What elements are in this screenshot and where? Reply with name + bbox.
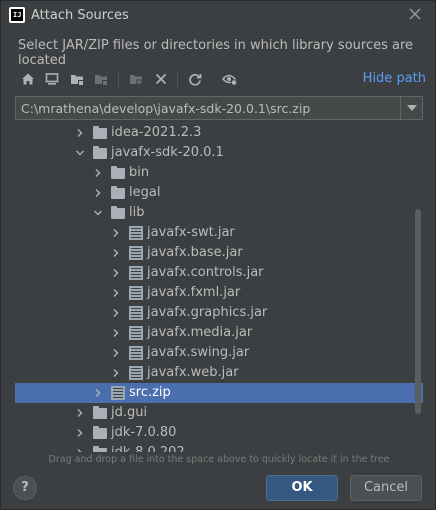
tree-row-label: idea-2021.2.3	[111, 125, 202, 140]
chevron-right-icon[interactable]	[75, 448, 85, 452]
tree-row-label: javafx-swt.jar	[147, 225, 235, 240]
tree-row-label: javafx.graphics.jar	[147, 305, 268, 320]
tree-row-label: javafx.media.jar	[147, 325, 253, 340]
file-chooser-toolbar: Hide path	[15, 67, 429, 91]
folder-icon	[93, 406, 107, 419]
toolbar-separator	[118, 70, 119, 88]
chevron-right-icon[interactable]	[111, 268, 121, 278]
chevron-right-icon[interactable]	[111, 228, 121, 238]
chevron-right-icon[interactable]	[93, 188, 103, 198]
folder-icon	[93, 146, 107, 159]
new-folder-icon[interactable]	[126, 69, 146, 89]
chevron-right-icon[interactable]	[75, 428, 85, 438]
tree-row-label: src.zip	[129, 385, 171, 400]
tree-row[interactable]: src.zip	[15, 383, 423, 403]
tree-row[interactable]: javafx.media.jar	[15, 323, 413, 343]
tree-row[interactable]: javafx.swing.jar	[15, 343, 413, 363]
intellij-logo-icon: IJ	[9, 7, 25, 23]
help-button[interactable]: ?	[13, 476, 37, 500]
tree-row[interactable]: javafx.graphics.jar	[15, 303, 413, 323]
tree-row-label: jdk-8.0.202	[111, 445, 185, 452]
archive-icon	[129, 266, 143, 280]
tree-row[interactable]: javafx-swt.jar	[15, 223, 413, 243]
archive-icon	[129, 246, 143, 260]
archive-icon	[129, 306, 143, 320]
tree-row-label: javafx.controls.jar	[147, 265, 264, 280]
archive-icon	[129, 346, 143, 360]
chevron-down-icon[interactable]	[400, 97, 422, 119]
folder-icon	[93, 126, 107, 139]
tree-row-label: javafx.swing.jar	[147, 345, 250, 360]
tree-row[interactable]: jdk-7.0.80	[15, 423, 413, 443]
project-folder-icon[interactable]	[67, 69, 87, 89]
drag-drop-hint: Drag and drop a file into the space abov…	[48, 454, 390, 465]
chevron-right-icon[interactable]	[111, 248, 121, 258]
archive-icon	[129, 226, 143, 240]
tree-row-label: javafx.web.jar	[147, 365, 239, 380]
tree-row-label: javafx-sdk-20.0.1	[111, 145, 224, 160]
tree-row[interactable]: idea-2021.2.3	[15, 123, 413, 143]
dialog-description: Select JAR/ZIP files or directories in w…	[18, 38, 414, 68]
ok-button[interactable]: OK	[266, 475, 338, 501]
toolbar-separator	[177, 70, 178, 88]
archive-icon	[129, 286, 143, 300]
window-title: Attach Sources	[31, 8, 129, 23]
tree-row-label: lib	[129, 205, 145, 220]
home-icon[interactable]	[18, 69, 38, 89]
tree-row-label: javafx.base.jar	[147, 245, 243, 260]
tree-row[interactable]: javafx.controls.jar	[15, 263, 413, 283]
chevron-right-icon[interactable]	[111, 328, 121, 338]
tree-row[interactable]: javafx-sdk-20.0.1	[15, 143, 413, 163]
folder-icon	[111, 206, 125, 219]
tree-row[interactable]: bin	[15, 163, 413, 183]
chevron-down-icon[interactable]	[75, 148, 85, 158]
tree-row[interactable]: jd.gui	[15, 403, 413, 423]
module-folder-icon[interactable]	[91, 69, 111, 89]
chevron-right-icon[interactable]	[93, 388, 103, 398]
tree-row-label: javafx.fxml.jar	[147, 285, 241, 300]
folder-icon	[111, 186, 125, 199]
refresh-icon[interactable]	[185, 69, 205, 89]
tree-row-label: legal	[129, 185, 161, 200]
desktop-icon[interactable]	[42, 69, 62, 89]
folder-icon	[93, 446, 107, 452]
tree-row[interactable]: javafx.fxml.jar	[15, 283, 413, 303]
tree-row[interactable]: legal	[15, 183, 413, 203]
close-icon[interactable]	[407, 7, 423, 23]
tree-row[interactable]: lib	[15, 203, 413, 223]
tree-row-label: bin	[129, 165, 150, 180]
tree-row[interactable]: javafx.base.jar	[15, 243, 413, 263]
chevron-right-icon[interactable]	[75, 128, 85, 138]
path-combobox[interactable]	[15, 96, 423, 120]
chevron-right-icon[interactable]	[75, 408, 85, 418]
cancel-button[interactable]: Cancel	[350, 475, 422, 501]
tree-scrollbar[interactable]	[415, 209, 421, 414]
tree-row[interactable]: jdk-8.0.202	[15, 443, 413, 452]
tree-row-label: jd.gui	[111, 405, 148, 420]
archive-icon	[111, 386, 125, 400]
tree-row[interactable]: javafx.web.jar	[15, 363, 413, 383]
folder-icon	[93, 426, 107, 439]
file-tree[interactable]: idea-2021.2.3 javafx-sdk-20.0.1 bin legal li…	[15, 122, 423, 452]
delete-icon[interactable]	[151, 69, 171, 89]
chevron-right-icon[interactable]	[111, 368, 121, 378]
chevron-down-icon[interactable]	[93, 208, 103, 218]
show-hidden-icon[interactable]	[220, 69, 240, 89]
chevron-right-icon[interactable]	[111, 288, 121, 298]
archive-icon	[129, 326, 143, 340]
archive-icon	[129, 366, 143, 380]
folder-icon	[111, 166, 125, 179]
tree-row-label: jdk-7.0.80	[111, 425, 177, 440]
hide-path-link[interactable]: Hide path	[363, 71, 426, 86]
chevron-right-icon[interactable]	[111, 348, 121, 358]
title-bar: IJ Attach Sources	[1, 1, 435, 31]
chevron-right-icon[interactable]	[111, 308, 121, 318]
path-field[interactable]	[16, 97, 392, 119]
attach-sources-dialog: IJ Attach Sources Select JAR/ZIP files o…	[0, 0, 436, 510]
chevron-right-icon[interactable]	[93, 168, 103, 178]
